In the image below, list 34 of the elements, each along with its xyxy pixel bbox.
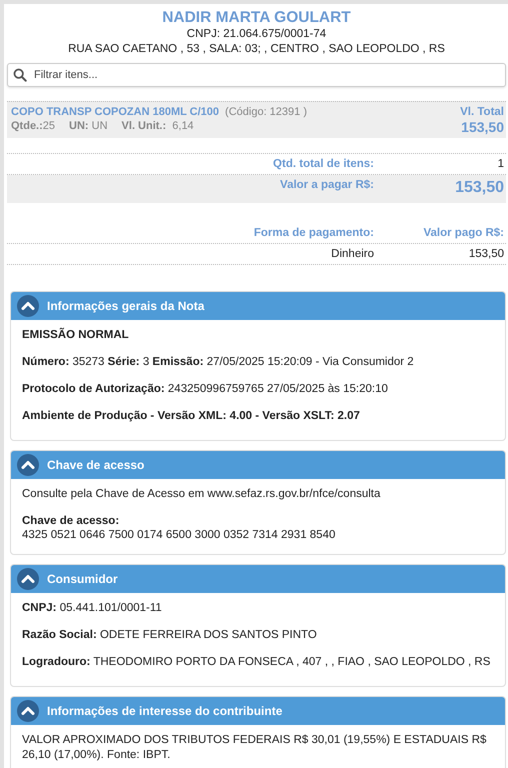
info-text: Logradouro: THEODOMIRO PORTO DA FONSECA , 407 , , FIAO , SAO LEOPOLDO , RS bbox=[22, 655, 492, 670]
info-text: CNPJ: 05.441.101/0001-11 bbox=[22, 601, 163, 616]
access-key-label: Chave de acesso: bbox=[22, 514, 120, 528]
info-text: Ambiente de Produção - Versão XML: 4.00 - Versão XSLT: 2.07 bbox=[22, 409, 361, 424]
payment-amount-header: Valor pago R$: bbox=[422, 227, 504, 239]
total-label: Qtd. total de itens: bbox=[272, 158, 374, 170]
item-total: 153,50 bbox=[460, 119, 504, 135]
payment-method: Dinheiro bbox=[330, 248, 374, 260]
payment-method-header: Forma de pagamento: bbox=[252, 227, 374, 239]
item-quantity: Qtde.:25 bbox=[11, 120, 56, 132]
panel-header[interactable]: Informações de interesse do contribuinte bbox=[11, 697, 505, 725]
item-code: (Código: 12391 ) bbox=[225, 106, 307, 118]
panel-header[interactable]: Chave de acesso bbox=[11, 451, 505, 479]
payment-amount: 153,50 bbox=[468, 248, 504, 260]
info-text: Razão Social: ODETE FERREIRA DOS SANTOS PINTO bbox=[22, 628, 318, 643]
panel-header[interactable]: Consumidor bbox=[11, 565, 505, 593]
total-label: Valor a pagar R$: bbox=[279, 179, 374, 191]
company-name: NADIR MARTA GOULART bbox=[161, 9, 352, 27]
search-field[interactable]: Filtrar itens... bbox=[7, 63, 506, 87]
info-text: Número: 35273 Série: 3 Emissão: 27/05/2025 15:20:09 - Via Consumidor 2 bbox=[22, 355, 415, 370]
info-text: EMISSÃO NORMAL bbox=[22, 328, 130, 343]
item-total-label: Vl. Total bbox=[460, 106, 504, 118]
info-text: VALOR APROXIMADO DOS TRIBUTOS FEDERAIS R$ 30,01 (19,55%) E ESTADUAIS R$ 26,10 (17,00%). Fonte: IBPT. bbox=[22, 733, 488, 763]
info-text: Consulte pela Chave de Acesso em www.sefaz.rs.gov.br/nfce/consulta bbox=[22, 487, 382, 502]
info-text: Protocolo de Autorização: 243250996759765 27/05/2025 às 15:20:10 bbox=[22, 382, 389, 397]
total-value: 153,50 bbox=[454, 179, 504, 197]
panel-header[interactable]: Informações gerais da Nota bbox=[11, 292, 505, 320]
company-address: RUA SAO CAETANO , 53 , SALA: 03; , CENTRO , SAO LEOPOLDO , RS bbox=[67, 42, 446, 57]
item-unit: UN: UN bbox=[69, 120, 108, 132]
item-name: COPO TRANSP COPOZAN 180ML C/100 bbox=[11, 106, 220, 118]
access-key: 4325 0521 0646 7500 0174 6500 3000 0352 7314 2931 8540 bbox=[22, 528, 494, 542]
company-cnpj: CNPJ: 21.064.675/0001-74 bbox=[186, 27, 328, 42]
item-unit-price: Vl. Unit.: 6,14 bbox=[122, 120, 194, 132]
total-value: 1 bbox=[496, 158, 504, 170]
